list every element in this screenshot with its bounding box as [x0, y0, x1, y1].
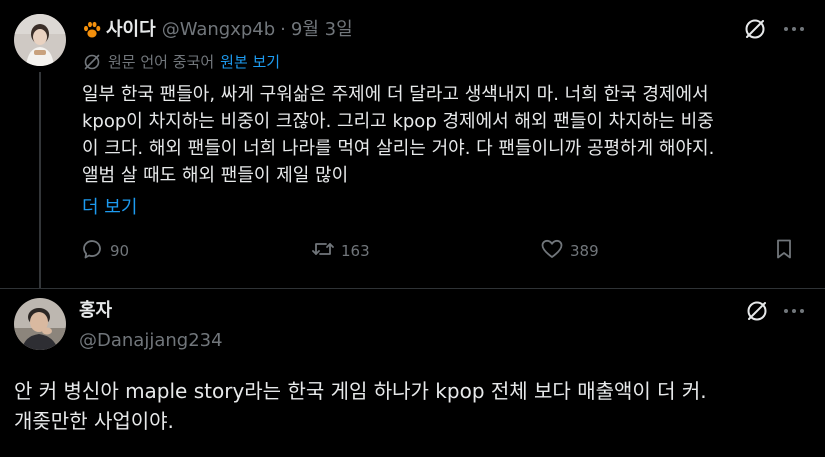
author-handle[interactable]: @Wangxp4b	[162, 18, 275, 42]
reply-count: 90	[110, 242, 130, 260]
separator: ·	[280, 19, 286, 40]
post-1[interactable]: 사이다 @Wangxp4b · 9월 3일 원문 언어 중국어 원본 보기 일부…	[0, 0, 825, 289]
reply-icon	[80, 237, 110, 265]
translation-bar: 원문 언어 중국어 원본 보기	[82, 51, 280, 73]
retweet-icon	[311, 237, 341, 265]
post-text: 안 커 병신아 maple story라는 한국 게임 하나가 kpop 전체 …	[14, 379, 707, 433]
show-original-link[interactable]: 원본 보기	[220, 51, 280, 73]
translate-icon	[82, 52, 102, 72]
grok-icon[interactable]	[744, 298, 770, 324]
retweet-button[interactable]: 163	[311, 234, 370, 268]
post-header: 사이다 @Wangxp4b · 9월 3일	[82, 18, 353, 42]
paw-icon	[82, 20, 102, 40]
grok-icon[interactable]	[742, 16, 768, 42]
like-button[interactable]: 389	[540, 234, 599, 268]
more-icon[interactable]	[781, 16, 807, 42]
author-handle[interactable]: @Danajjang234	[79, 329, 223, 353]
like-count: 389	[570, 242, 599, 260]
author-name[interactable]: 홍자	[79, 299, 112, 323]
translation-note: 원문 언어 중국어	[108, 53, 215, 71]
post-text: 일부 한국 팬들아, 싸게 구워삶은 주제에 더 달라고 생색내지 마. 너희 …	[82, 84, 715, 186]
more-icon[interactable]	[781, 298, 807, 324]
author-name[interactable]: 사이다	[106, 18, 156, 42]
action-bar: 90 163 389	[0, 234, 825, 268]
timeline: 사이다 @Wangxp4b · 9월 3일 원문 언어 중국어 원본 보기 일부…	[0, 0, 825, 457]
retweet-count: 163	[341, 242, 370, 260]
post-date[interactable]: 9월 3일	[291, 18, 353, 42]
heart-icon	[540, 237, 570, 265]
avatar[interactable]	[14, 298, 66, 350]
reply-button[interactable]: 90	[80, 234, 129, 268]
bookmark-button[interactable]	[772, 234, 796, 268]
show-more-link[interactable]: 더 보기	[82, 194, 137, 221]
avatar[interactable]	[14, 14, 66, 66]
bookmark-icon	[772, 237, 796, 265]
